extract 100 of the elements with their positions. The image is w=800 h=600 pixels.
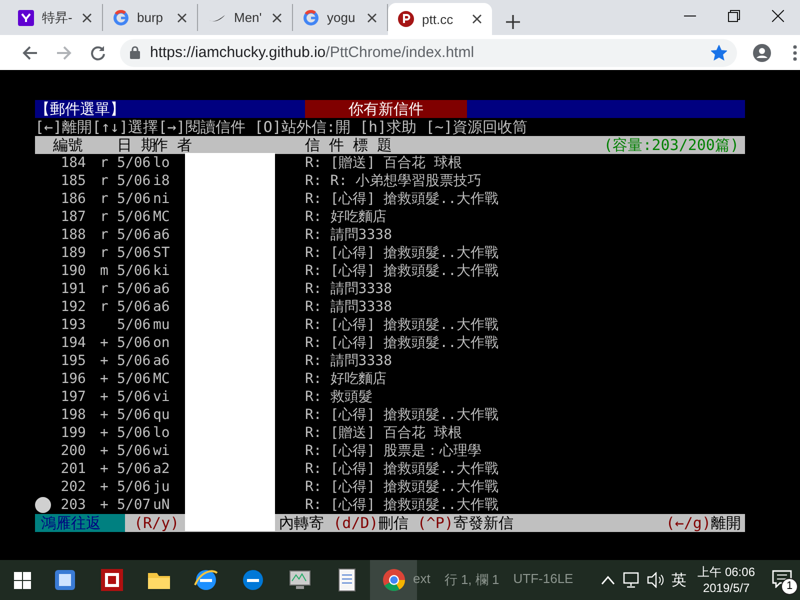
mail-status: +	[99, 424, 110, 442]
mail-author: a6	[153, 352, 171, 370]
mail-date: 5/06	[117, 424, 152, 442]
mail-status: r	[99, 154, 110, 172]
column-header: 編號	[52, 136, 84, 154]
address-bar[interactable]: https://iamchucky.github.io/PttChrome/index.html	[120, 38, 737, 66]
mail-author: a2	[153, 460, 171, 478]
status-text: 行 1, 欄 1	[444, 571, 500, 589]
mail-date: 5/07	[117, 496, 152, 514]
mail-title[interactable]: R: 救頭髮	[305, 388, 745, 406]
mail-title[interactable]: R: 請問3338	[305, 280, 745, 298]
input-method-indicator[interactable]: 英	[672, 570, 687, 590]
browser-tab[interactable]: Men'	[198, 4, 293, 31]
browser-tab[interactable]: burp	[103, 4, 198, 31]
mail-author: ST	[153, 244, 171, 262]
mail-date: 5/06	[117, 388, 152, 406]
column-header: 日 期	[116, 136, 153, 154]
mail-status: +	[99, 334, 110, 352]
mail-title[interactable]: R: 請問3338	[305, 352, 745, 370]
command-key: (←/g)	[666, 514, 711, 532]
mail-title[interactable]: R: 好吃麵店	[305, 208, 745, 226]
browser-tab[interactable]: ptt.cc	[388, 3, 492, 35]
mail-status: r	[99, 244, 110, 262]
mail-title[interactable]: R: [心得] 搶救頭髮..大作戰	[305, 262, 745, 280]
mail-date: 5/06	[117, 244, 152, 262]
mail-date: 5/06	[117, 442, 152, 460]
mail-number: 203	[60, 496, 87, 514]
browser-tab[interactable]: 特昇-	[8, 4, 103, 31]
mail-author: a6	[153, 226, 171, 244]
clock-time[interactable]: 上午 06:06	[698, 564, 755, 580]
mail-title[interactable]: R: [心得] 搶救頭髮..大作戰	[305, 478, 745, 496]
mail-number: 184	[60, 154, 87, 172]
mail-title[interactable]: R: [贈送] 百合花 球根	[305, 154, 745, 172]
mail-date: 5/06	[117, 370, 152, 388]
mail-number: 190	[60, 262, 87, 280]
mail-status: m	[99, 262, 110, 280]
mail-number: 185	[60, 172, 87, 190]
mail-number: 199	[60, 424, 87, 442]
mail-title[interactable]: R: [心得] 搶救頭髮..大作戰	[305, 406, 745, 424]
mail-author: lo	[153, 154, 171, 172]
mail-status: +	[99, 370, 110, 388]
mail-title[interactable]: R: 請問3338	[305, 298, 745, 316]
mail-date: 5/06	[117, 352, 152, 370]
mail-title[interactable]: R: [心得] 搶救頭髮..大作戰	[305, 334, 745, 352]
mail-title[interactable]: R: R: 小弟想學習股票技巧	[305, 172, 745, 190]
mail-status: +	[99, 388, 110, 406]
column-header: 信 件 標 題	[305, 136, 394, 154]
mail-number: 193	[60, 316, 87, 334]
mail-title[interactable]: R: [贈送] 百合花 球根	[305, 424, 745, 442]
mail-date: 5/06	[117, 208, 152, 226]
mail-title[interactable]: R: [心得] 搶救頭髮..大作戰	[305, 460, 745, 478]
mail-number: 198	[60, 406, 87, 424]
mail-author: wi	[153, 442, 171, 460]
mail-title[interactable]: R: [心得] 股票是：心理學	[305, 442, 745, 460]
mail-number: 200	[60, 442, 87, 460]
mail-title[interactable]: R: [心得] 搶救頭髮..大作戰	[305, 244, 745, 262]
mail-number: 189	[60, 244, 87, 262]
command-bar-title: 鴻雁往返	[35, 514, 125, 532]
mail-number: 192	[60, 298, 87, 316]
mail-number: 197	[60, 388, 87, 406]
mail-author: MC	[153, 208, 171, 226]
mail-author: a6	[153, 298, 171, 316]
clock-date[interactable]: 2019/5/7	[702, 580, 750, 596]
url-text: https://iamchucky.github.io/PttChrome/index.html	[150, 44, 476, 61]
mail-status: +	[99, 478, 110, 496]
mail-date: 5/06	[117, 280, 152, 298]
mail-title[interactable]: R: 請問3338	[305, 226, 745, 244]
mail-title[interactable]: R: [心得] 搶救頭髮..大作戰	[305, 190, 745, 208]
mail-status: r	[99, 226, 110, 244]
command-key: (d/D)	[333, 514, 378, 532]
mail-number: 187	[60, 208, 87, 226]
mail-status: +	[99, 442, 110, 460]
command-label: 刪信	[378, 514, 408, 532]
mail-title[interactable]: R: [心得] 搶救頭髮..大作戰	[305, 316, 745, 334]
mail-number: 195	[60, 352, 87, 370]
mail-author: mu	[153, 316, 171, 334]
mail-status: +	[99, 406, 110, 424]
mail-author: ki	[153, 262, 171, 280]
mail-author: ju	[153, 478, 171, 496]
mail-author: a6	[153, 280, 171, 298]
mail-status: +	[99, 352, 110, 370]
mail-date: 5/06	[117, 226, 152, 244]
mail-author: uN	[153, 496, 171, 514]
menu-title: 【郵件選單】	[35, 100, 125, 118]
mail-number: 201	[60, 460, 87, 478]
mail-number: 188	[60, 226, 87, 244]
mail-status: +	[99, 460, 110, 478]
command-key: (^P)	[417, 514, 454, 532]
mail-status: r	[99, 298, 110, 316]
command-label: 內轉寄	[279, 514, 324, 532]
mail-title[interactable]: R: 好吃麵店	[305, 370, 745, 388]
status-text: ext	[413, 571, 430, 588]
mail-author: vi	[153, 388, 171, 406]
mail-author: ni	[153, 190, 171, 208]
command-label: 離開	[711, 514, 741, 532]
mail-title[interactable]: R: [心得] 搶救頭髮..大作戰	[305, 496, 745, 514]
mail-author: i8	[153, 172, 171, 190]
mail-status: r	[99, 190, 110, 208]
mail-author: MC	[153, 370, 171, 388]
column-header: 作 者	[153, 136, 194, 154]
